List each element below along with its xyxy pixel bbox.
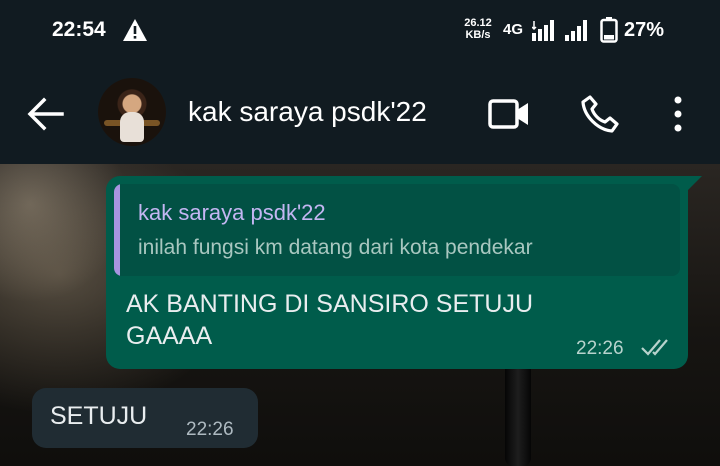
network-speed: 26.12 KB/s (460, 17, 496, 41)
read-ticks-icon (641, 339, 668, 356)
battery-percent: 27% (624, 19, 665, 41)
quoted-message[interactable]: kak saraya psdk'22 inilah fungsi km data… (114, 184, 680, 276)
network-speed-unit: KB/s (465, 29, 491, 41)
back-arrow-icon[interactable] (26, 96, 64, 132)
phone-icon[interactable] (580, 94, 620, 134)
chat-area[interactable]: kak saraya psdk'22 inilah fungsi km data… (0, 164, 720, 466)
more-vertical-icon[interactable] (666, 94, 690, 134)
message-time: 22:26 (186, 419, 234, 440)
message-text: SETUJU (50, 402, 148, 430)
network-type: 4G (503, 21, 524, 38)
status-time: 22:54 (52, 18, 106, 41)
warning-icon (123, 19, 147, 41)
signal-icon (565, 20, 587, 41)
quoted-author: kak saraya psdk'22 (138, 200, 326, 225)
contact-name[interactable]: kak saraya psdk'22 (188, 96, 427, 128)
signal-icon (532, 20, 554, 41)
message-text: AK BANTING DI SANSIRO SETUJU GAAAA (126, 290, 534, 350)
battery-icon (600, 17, 618, 43)
outgoing-message[interactable]: kak saraya psdk'22 inilah fungsi km data… (106, 176, 702, 369)
quoted-text: inilah fungsi km datang dari kota pendek… (138, 236, 533, 259)
chat-header: kak saraya psdk'22 (0, 64, 720, 164)
incoming-message[interactable]: SETUJU 22:26 (32, 388, 258, 448)
status-bar: 22:54 26.12 KB/s 4G 27% (0, 0, 720, 64)
avatar[interactable] (98, 78, 166, 146)
message-time: 22:26 (576, 338, 624, 359)
network-speed-value: 26.12 (464, 17, 492, 29)
wallpaper-object (505, 354, 531, 466)
video-call-icon[interactable] (488, 96, 530, 132)
